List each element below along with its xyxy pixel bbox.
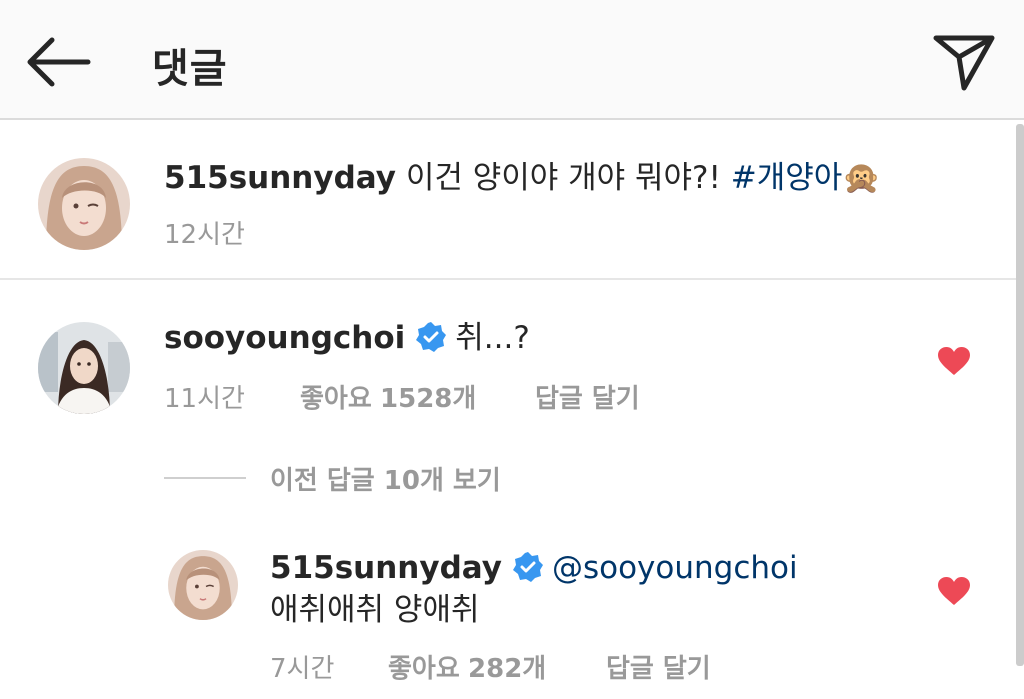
post-caption: 515sunnyday 이건 양이야 개야 뭐야?! #개양아🙊 12시간 [0,122,1024,280]
heart-filled-icon [938,347,970,375]
reply-text: 애취애취 양애취 [270,592,480,628]
back-button[interactable] [26,34,92,90]
scrollbar[interactable] [1016,124,1024,666]
comment-time: 11시간 [164,384,245,414]
reply-mention[interactable]: @sooyoungchoi [552,550,798,586]
profile-photo-sooyoungchoi [38,322,130,414]
comment-username[interactable]: sooyoungchoi [164,320,405,356]
comment-likes-label: 좋아요 [300,384,372,414]
arrow-left-icon [27,37,91,87]
comment-like-button[interactable] [937,346,971,376]
avatar[interactable] [168,550,238,620]
caption-text-line: 515sunnyday 이건 양이야 개야 뭐야?! #개양아🙊 [164,158,881,198]
reply-username[interactable]: 515sunnyday [270,550,502,586]
caption-time: 12시간 [164,220,245,250]
view-previous-replies-label: 이전 답글 10개 보기 [270,466,501,496]
caption-username[interactable]: 515sunnyday [164,160,396,196]
reply-item: 515sunnyday @sooyoungchoi 애취애취 양애취 7시간 좋아… [0,530,1024,699]
verified-badge-icon [415,321,447,353]
reply-reply-button[interactable]: 답글 달기 [606,648,711,685]
comment-text: 취...? [455,320,530,356]
caption-text: 이건 양이야 개야 뭐야?! [405,160,721,196]
reply-time: 7시간 [270,654,335,684]
verified-badge-icon [512,551,544,583]
comment-likes[interactable]: 좋아요 1528개 [300,378,476,415]
comment-item: sooyoungchoi 취...? 11시간 좋아요 1528개 답글 달기 [0,282,1024,432]
paper-plane-icon [933,35,995,91]
comment-text-line: sooyoungchoi 취...? [164,318,530,358]
page-title: 댓글 [152,46,228,92]
avatar[interactable] [38,322,130,414]
heart-filled-icon [938,577,970,605]
top-app-bar: 댓글 [0,0,1024,120]
caption-hashtag[interactable]: #개양아 [731,160,843,196]
reply-likes-count: 282개 [468,654,547,684]
send-button[interactable] [930,30,998,92]
profile-photo-515sunnyday [38,158,130,250]
profile-photo-515sunnyday [168,550,238,620]
comment-reply-button[interactable]: 답글 달기 [535,378,640,415]
reply-like-button[interactable] [937,576,971,606]
reply-header-line: 515sunnyday @sooyoungchoi [270,548,798,588]
divider [164,477,246,479]
avatar[interactable] [38,158,130,250]
monkey-emoji-icon: 🙊 [842,160,881,196]
reply-likes-label: 좋아요 [388,654,460,684]
reply-likes[interactable]: 좋아요 282개 [388,648,546,685]
comment-likes-count: 1528개 [380,384,477,414]
